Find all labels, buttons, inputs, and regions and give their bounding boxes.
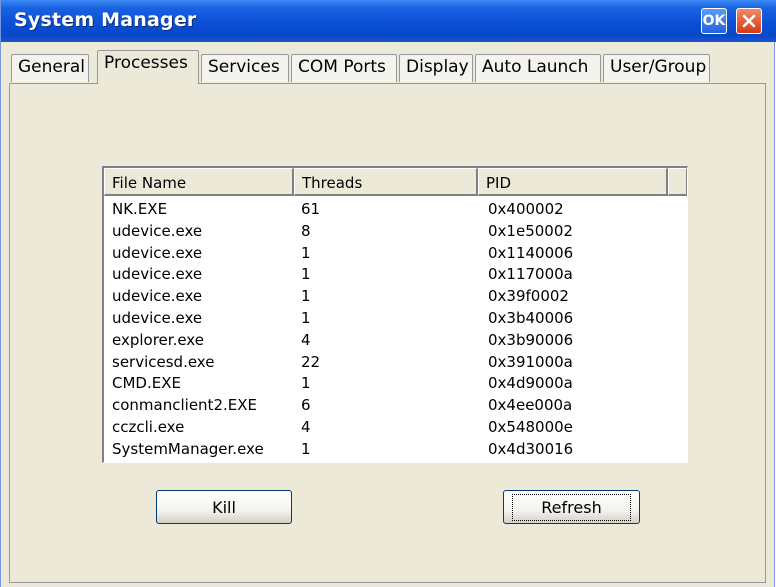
table-row[interactable]: CMD.EXE 1 0x4d9000a xyxy=(104,372,687,394)
cell-threads: 1 xyxy=(301,265,311,284)
cell-file-name: udevice.exe xyxy=(112,287,203,306)
cell-pid: 0x3b40006 xyxy=(488,308,574,327)
cell-file-name: udevice.exe xyxy=(112,265,203,284)
cell-pid: 0x4d9000a xyxy=(488,374,573,393)
cell-file-name: cczcli.exe xyxy=(112,417,185,436)
title-bar[interactable]: System Manager OK xyxy=(1,0,776,42)
cell-threads: 1 xyxy=(301,243,311,262)
refresh-button-label: Refresh xyxy=(512,493,631,521)
table-row[interactable]: SystemManager.exe 1 0x4d30016 xyxy=(104,438,687,460)
table-row[interactable]: conmanclient2.EXE 6 0x4ee000a xyxy=(104,394,687,416)
column-header-threads[interactable]: Threads xyxy=(294,168,478,196)
list-header: File Name Threads PID xyxy=(104,168,687,196)
cell-file-name: udevice.exe xyxy=(112,243,203,262)
table-row[interactable]: explorer.exe 4 0x3b90006 xyxy=(104,329,687,351)
table-row[interactable]: udevice.exe 1 0x3b40006 xyxy=(104,307,687,329)
cell-threads: 1 xyxy=(301,287,311,306)
cell-file-name: explorer.exe xyxy=(112,330,204,349)
tab-services[interactable]: Services xyxy=(201,54,289,82)
refresh-button[interactable]: Refresh xyxy=(503,490,640,524)
tab-general[interactable]: General xyxy=(11,54,89,82)
cell-threads: 8 xyxy=(301,221,311,240)
cell-threads: 1 xyxy=(301,374,311,393)
process-list[interactable]: File Name Threads PID NK.EXE 61 0x400002 ud… xyxy=(102,166,688,463)
window-title: System Manager xyxy=(14,9,197,31)
table-row[interactable]: udevice.exe 1 0x1140006 xyxy=(104,242,687,264)
cell-file-name: SystemManager.exe xyxy=(112,439,264,458)
column-header-file-name[interactable]: File Name xyxy=(104,168,294,196)
table-row[interactable]: NK.EXE 61 0x400002 xyxy=(104,198,687,220)
system-manager-window: System Manager OK General Processes Serv… xyxy=(0,0,776,587)
cell-threads: 4 xyxy=(301,330,311,349)
cell-file-name: udevice.exe xyxy=(112,308,203,327)
cell-pid: 0x400002 xyxy=(488,200,564,218)
cell-threads: 1 xyxy=(301,439,311,458)
table-row[interactable]: servicesd.exe 22 0x391000a xyxy=(104,351,687,373)
cell-pid: 0x3b90006 xyxy=(488,330,574,349)
tab-auto-launch[interactable]: Auto Launch xyxy=(475,54,601,82)
cell-threads: 61 xyxy=(301,200,321,218)
cell-file-name: servicesd.exe xyxy=(112,352,215,371)
column-header-filler xyxy=(668,168,687,196)
cell-threads: 22 xyxy=(301,352,321,371)
close-icon xyxy=(742,14,756,28)
tab-user-group[interactable]: User/Group xyxy=(603,54,710,82)
cell-pid: 0x4d30016 xyxy=(488,439,574,458)
process-rows: NK.EXE 61 0x400002 udevice.exe 8 0x1e50002 ude… xyxy=(104,198,687,460)
cell-threads: 6 xyxy=(301,396,311,415)
cell-pid: 0x1e50002 xyxy=(488,221,573,240)
cell-pid: 0x4ee000a xyxy=(488,396,573,415)
cell-file-name: udevice.exe xyxy=(112,221,203,240)
table-row[interactable]: udevice.exe 8 0x1e50002 xyxy=(104,220,687,242)
table-row[interactable]: udevice.exe 1 0x117000a xyxy=(104,263,687,285)
cell-pid: 0x391000a xyxy=(488,352,573,371)
close-button[interactable] xyxy=(736,8,762,34)
tab-display[interactable]: Display xyxy=(399,54,473,82)
cell-threads: 1 xyxy=(301,308,311,327)
cell-pid: 0x117000a xyxy=(488,265,573,284)
table-row[interactable]: cczcli.exe 4 0x548000e xyxy=(104,416,687,438)
tab-com-ports[interactable]: COM Ports xyxy=(291,54,397,82)
cell-file-name: conmanclient2.EXE xyxy=(112,396,257,415)
table-row[interactable]: udevice.exe 1 0x39f0002 xyxy=(104,285,687,307)
cell-pid: 0x39f0002 xyxy=(488,287,569,306)
tab-processes[interactable]: Processes xyxy=(97,50,199,84)
tab-strip: General Processes Services COM Ports Dis… xyxy=(11,50,771,84)
cell-pid: 0x1140006 xyxy=(488,243,574,262)
ok-button[interactable]: OK xyxy=(701,8,727,34)
cell-file-name: NK.EXE xyxy=(112,200,168,218)
column-header-pid[interactable]: PID xyxy=(478,168,668,196)
cell-pid: 0x548000e xyxy=(488,417,573,436)
kill-button[interactable]: Kill xyxy=(156,490,292,524)
cell-file-name: CMD.EXE xyxy=(112,374,181,393)
cell-threads: 4 xyxy=(301,417,311,436)
